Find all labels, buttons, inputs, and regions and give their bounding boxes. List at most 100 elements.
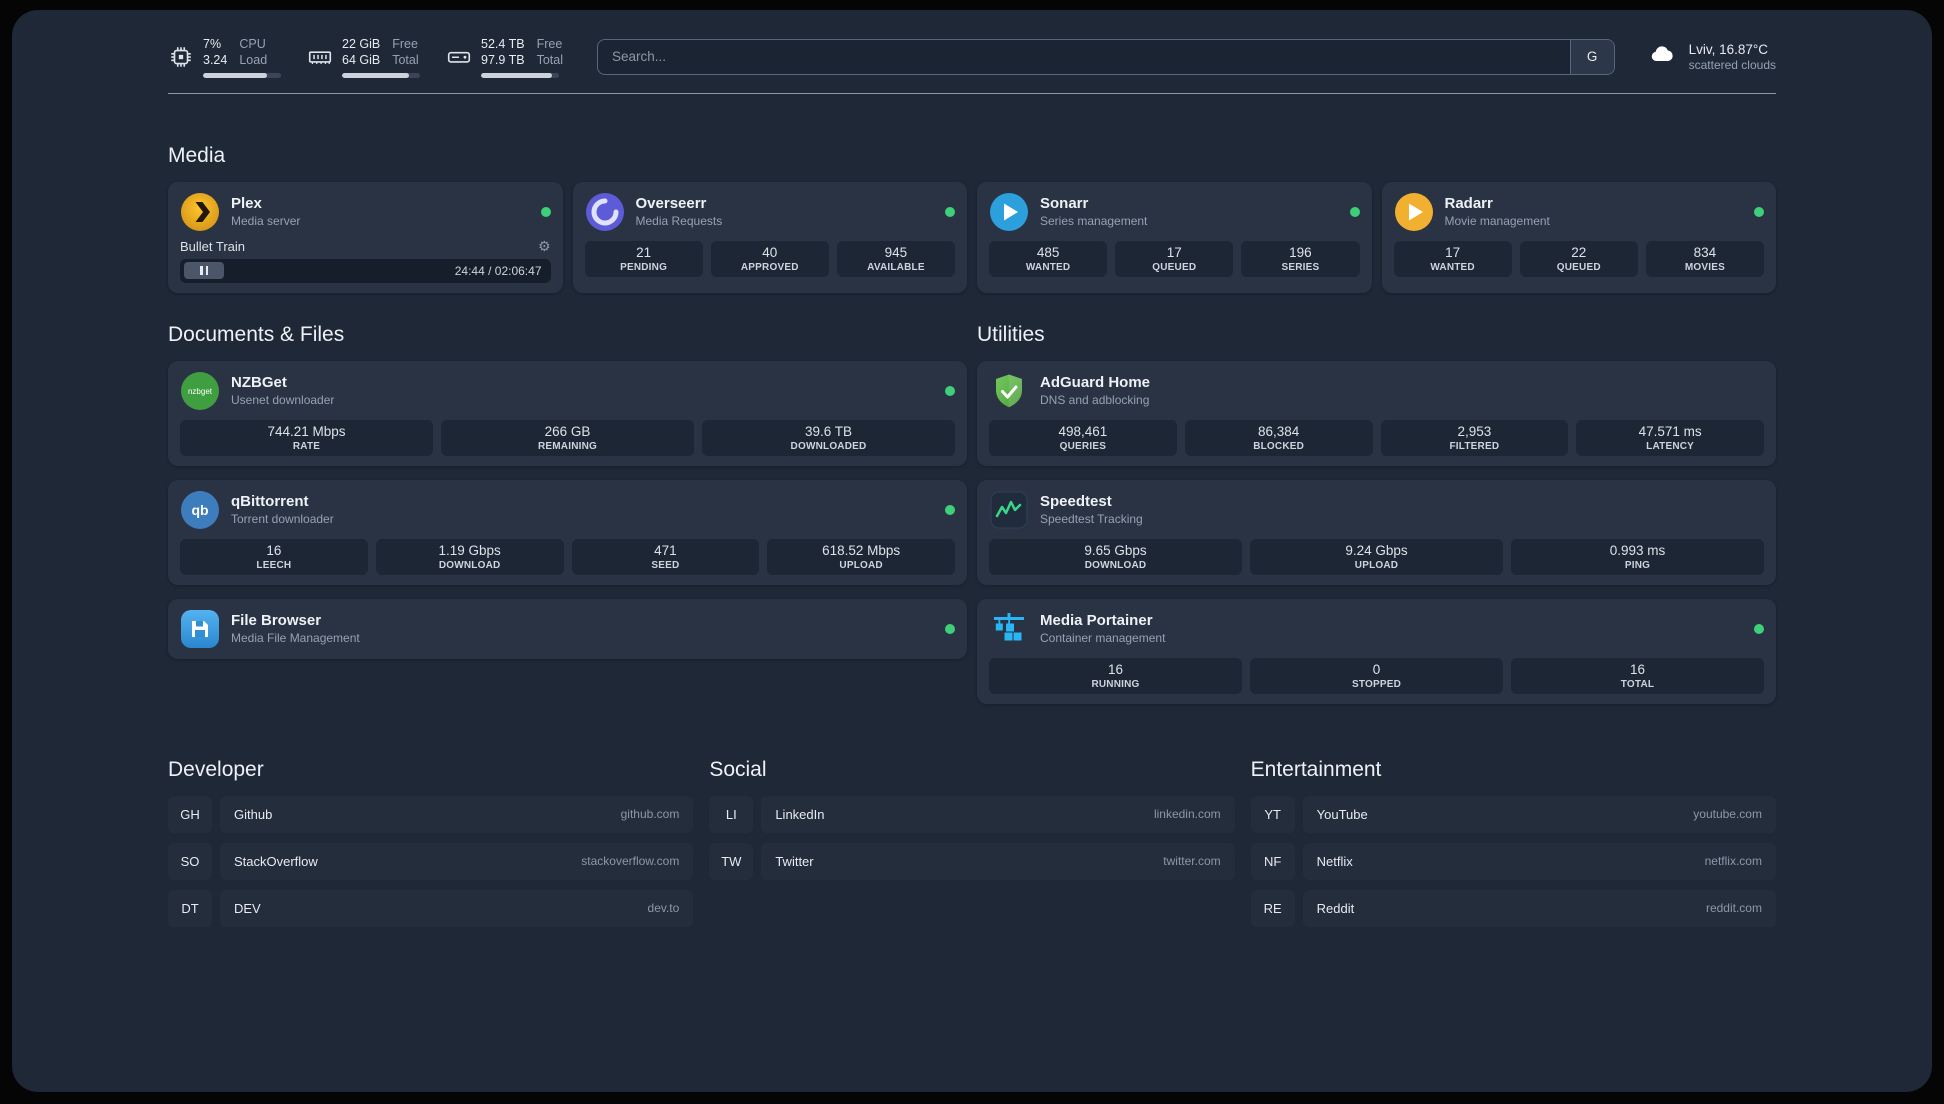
bookmark-linkedin[interactable]: LI LinkedIn linkedin.com <box>709 795 1235 833</box>
stat-tile: 0.993 ms PING <box>1511 538 1764 575</box>
bookmark-abbr[interactable]: DT <box>168 889 212 927</box>
stat-label: LEECH <box>256 559 292 571</box>
cpu-usage-value: 7% <box>203 37 222 51</box>
service-subtitle: Media File Management <box>231 631 360 645</box>
now-playing-title: Bullet Train <box>180 238 246 254</box>
stat-label: FILTERED <box>1449 440 1500 452</box>
section-title-developer: Developer <box>168 757 264 781</box>
bookmark-abbr[interactable]: TW <box>709 842 754 880</box>
service-title: Speedtest <box>1040 493 1112 510</box>
stat-tile: 834 MOVIES <box>1645 240 1765 277</box>
stat-value: 0 <box>1372 661 1381 677</box>
status-dot <box>1349 206 1360 217</box>
service-subtitle: DNS and adblocking <box>1040 393 1150 407</box>
stat-value: 1.19 Gbps <box>438 542 501 558</box>
bookmark-github[interactable]: GH Github github.com <box>168 795 694 833</box>
bookmark-group-developer: Developer GH Github github.com SO StackO… <box>168 757 694 937</box>
stat-tile: 86,384 BLOCKED <box>1184 419 1373 456</box>
stat-value: 945 <box>884 244 908 260</box>
cpu-widget: 7% 3.24 CPU Load <box>168 36 281 78</box>
service-card-filebrowser[interactable]: File Browser Media File Management <box>168 598 967 659</box>
player-progress-bar[interactable]: 24:44 / 02:06:47 <box>180 258 551 283</box>
service-card-sonarr[interactable]: Sonarr Series management 485 WANTED 17 Q… <box>977 181 1372 293</box>
bookmark-twitter[interactable]: TW Twitter twitter.com <box>709 842 1235 880</box>
disk-usage-bar <box>481 72 559 78</box>
weather-widget[interactable]: Lviv, 16.87°C scattered clouds <box>1645 41 1776 72</box>
bookmark-dev[interactable]: DT DEV dev.to <box>168 889 694 927</box>
bookmark-youtube[interactable]: YT YouTube youtube.com <box>1250 795 1776 833</box>
bookmark-name: LinkedIn <box>775 806 825 822</box>
service-subtitle: Movie management <box>1444 214 1550 228</box>
bookmark-url: netflix.com <box>1704 854 1762 868</box>
service-subtitle: Torrent downloader <box>231 512 334 526</box>
cpu-label: CPU <box>239 37 266 51</box>
radarr-icon <box>1394 192 1434 232</box>
service-card-qbittorrent[interactable]: qb qBittorrent Torrent downloader 16 LEE… <box>168 479 967 585</box>
stat-tile: 196 SERIES <box>1241 240 1360 277</box>
bookmark-netflix[interactable]: NF Netflix netflix.com <box>1250 842 1776 880</box>
memory-total-value: 64 GiB <box>342 53 381 68</box>
stat-value: 16 <box>266 542 282 558</box>
stat-tile: 0 STOPPED <box>1250 657 1503 694</box>
memory-widget: 22 GiB 64 GiB Free Total <box>307 36 420 78</box>
bookmark-url: reddit.com <box>1705 901 1762 915</box>
dashboard-panel: 7% 3.24 CPU Load 22 GiB 64 GiB Free Tota… <box>12 10 1932 1092</box>
stat-value: 86,384 <box>1257 423 1300 439</box>
service-card-adguard[interactable]: AdGuard Home DNS and adblocking 498,461 … <box>977 360 1776 466</box>
bookmark-abbr[interactable]: SO <box>168 842 212 880</box>
qbittorrent-icon: qb <box>180 490 220 530</box>
stat-tile: 22 QUEUED <box>1519 240 1638 277</box>
stat-value: 744.21 Mbps <box>267 423 346 439</box>
settings-gear-icon[interactable]: ⚙ <box>538 239 551 253</box>
bookmark-abbr[interactable]: NF <box>1250 842 1295 880</box>
service-card-portainer[interactable]: Media Portainer Container management 16 … <box>977 598 1776 704</box>
search-input[interactable] <box>596 38 1615 75</box>
disk-free-value: 52.4 TB <box>481 37 525 51</box>
bookmark-abbr[interactable]: GH <box>168 795 212 833</box>
service-title: Media Portainer <box>1040 612 1153 629</box>
bookmark-stackoverflow[interactable]: SO StackOverflow stackoverflow.com <box>168 842 694 880</box>
service-subtitle: Media Requests <box>635 214 723 228</box>
stat-tile: 618.52 Mbps UPLOAD <box>767 538 955 575</box>
stat-value: 618.52 Mbps <box>822 542 901 558</box>
memory-total-label: Total <box>392 53 419 68</box>
section-title-utilities: Utilities <box>977 322 1045 346</box>
stat-tile: 16 RUNNING <box>989 657 1242 694</box>
disk-total-value: 97.9 TB <box>481 53 525 68</box>
adguard-icon <box>989 371 1029 411</box>
filebrowser-icon <box>180 609 220 649</box>
stat-label: RATE <box>292 440 321 452</box>
bookmark-group-entertainment: Entertainment YT YouTube youtube.com NF … <box>1250 758 1776 937</box>
service-subtitle: Series management <box>1040 214 1148 228</box>
plex-now-playing-widget: Bullet Train ⚙ 24:44 / 02:06:47 <box>180 239 551 283</box>
pause-button[interactable] <box>184 262 224 279</box>
bookmark-url: youtube.com <box>1693 807 1762 821</box>
bookmark-url: dev.to <box>647 901 680 915</box>
bookmark-abbr[interactable]: YT <box>1250 795 1295 833</box>
stat-value: 2,953 <box>1457 423 1492 439</box>
status-dot <box>1754 206 1764 217</box>
service-card-overseerr[interactable]: Overseerr Media Requests 21 PENDING 40 A… <box>572 181 967 293</box>
service-card-radarr[interactable]: Radarr Movie management 17 WANTED 22 QUE… <box>1381 181 1776 293</box>
bookmark-abbr[interactable]: LI <box>709 795 754 833</box>
stat-label: QUEUED <box>1152 261 1197 273</box>
service-title: AdGuard Home <box>1040 374 1151 391</box>
service-card-speedtest[interactable]: Speedtest Speedtest Tracking 9.65 Gbps D… <box>977 479 1776 585</box>
bookmark-name: YouTube <box>1316 806 1368 822</box>
stat-value: 47.571 ms <box>1638 423 1702 439</box>
stat-label: DOWNLOADED <box>790 440 867 452</box>
disk-widget: 52.4 TB 97.9 TB Free Total <box>446 36 563 78</box>
service-card-nzbget[interactable]: nzbget NZBGet Usenet downloader 744.21 M… <box>168 360 967 466</box>
section-media: Media Plex Media server Bullet Train ⚙ 2… <box>168 144 1776 293</box>
stat-tile: 40 APPROVED <box>710 240 829 277</box>
bookmark-reddit[interactable]: RE Reddit reddit.com <box>1250 889 1776 927</box>
search-provider-button[interactable]: G <box>1569 39 1614 74</box>
stat-tile: 17 QUEUED <box>1115 240 1234 277</box>
bookmark-abbr[interactable]: RE <box>1250 889 1295 927</box>
stat-value: 485 <box>1036 244 1060 260</box>
stat-tile: 16 TOTAL <box>1511 657 1764 694</box>
cpu-load-label: Load <box>239 53 268 68</box>
stat-value: 17 <box>1445 244 1461 260</box>
stat-tile: 1.19 Gbps DOWNLOAD <box>375 538 564 575</box>
service-card-plex[interactable]: Plex Media server Bullet Train ⚙ 24:44 /… <box>168 181 563 293</box>
